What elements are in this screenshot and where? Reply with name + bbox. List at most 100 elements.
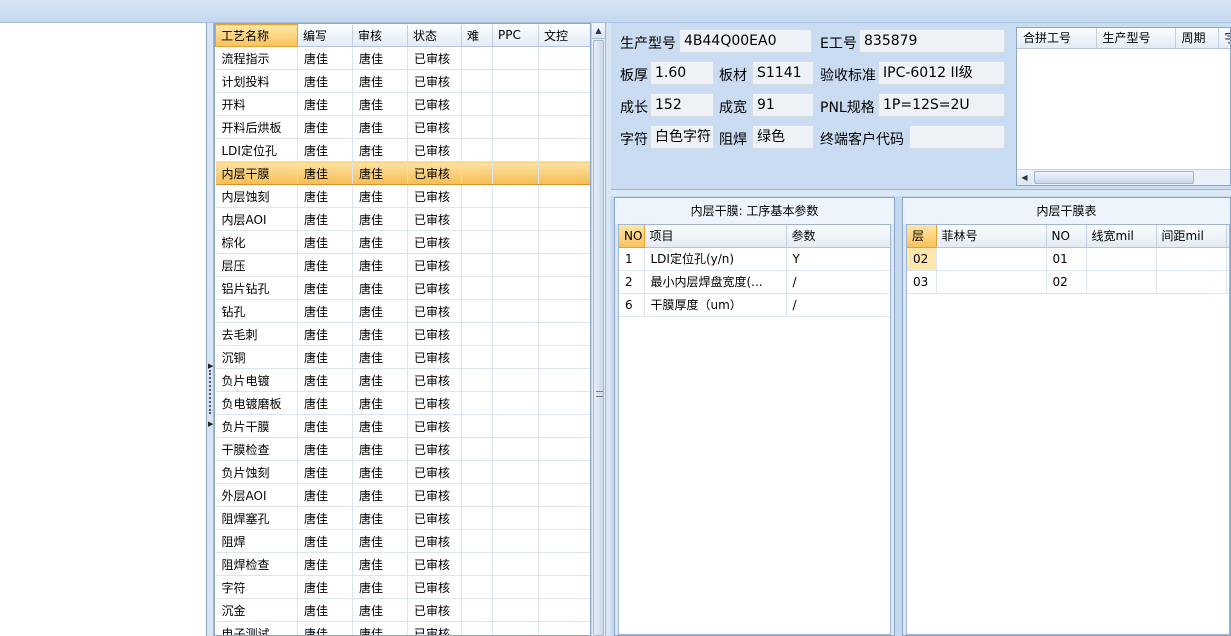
table-cell[interactable]: 已审核 xyxy=(407,552,462,576)
table-cell[interactable]: 负片干膜 xyxy=(215,414,298,438)
table-cell[interactable] xyxy=(538,253,590,277)
table-cell[interactable]: 唐佳 xyxy=(297,575,353,599)
expand-arrow-icon[interactable]: ▶ xyxy=(208,420,213,428)
table-cell[interactable]: 02 xyxy=(907,247,937,271)
table-cell[interactable]: 开料后烘板 xyxy=(215,115,298,139)
table-cell[interactable]: 内层蚀刻 xyxy=(215,184,298,208)
table-cell[interactable]: 唐佳 xyxy=(352,345,408,369)
table-cell[interactable] xyxy=(1086,270,1157,294)
table-cell[interactable] xyxy=(538,92,590,116)
table-row[interactable]: 开料后烘板 唐佳 唐佳 已审核 xyxy=(215,115,590,139)
table-row[interactable]: 6 干膜厚度（um） / xyxy=(619,293,890,317)
table-cell[interactable]: 已审核 xyxy=(407,483,462,507)
table-cell[interactable] xyxy=(492,391,539,415)
table-cell[interactable]: 唐佳 xyxy=(352,460,408,484)
ework-field[interactable]: 835879 xyxy=(859,29,1005,53)
table-cell[interactable]: 唐佳 xyxy=(297,299,353,323)
table-cell[interactable]: 唐佳 xyxy=(297,345,353,369)
table-cell[interactable] xyxy=(538,529,590,553)
table-cell[interactable]: 唐佳 xyxy=(352,161,408,185)
table-cell[interactable] xyxy=(538,552,590,576)
table-cell[interactable]: 负片蚀刻 xyxy=(215,460,298,484)
table-row[interactable]: 负片蚀刻 唐佳 唐佳 已审核 xyxy=(215,460,590,484)
table-cell[interactable]: 唐佳 xyxy=(352,253,408,277)
table-cell[interactable]: 唐佳 xyxy=(297,184,353,208)
table-cell[interactable]: 已审核 xyxy=(407,46,462,70)
table-cell[interactable] xyxy=(461,69,493,93)
table-cell[interactable] xyxy=(461,161,493,185)
table-cell[interactable] xyxy=(538,161,590,185)
table-cell[interactable]: 已审核 xyxy=(407,299,462,323)
table-cell[interactable] xyxy=(936,247,1047,271)
table-cell[interactable]: 已审核 xyxy=(407,437,462,461)
params-panel-col-2[interactable]: 参数 xyxy=(786,225,890,248)
table-cell[interactable]: 唐佳 xyxy=(352,46,408,70)
table-cell[interactable] xyxy=(461,483,493,507)
table-cell[interactable]: 唐佳 xyxy=(297,230,353,254)
table-row[interactable]: 电子测试 唐佳 唐佳 已审核 xyxy=(215,621,590,635)
table-cell[interactable]: 开料 xyxy=(215,92,298,116)
table-cell[interactable]: 唐佳 xyxy=(297,460,353,484)
table-cell[interactable] xyxy=(492,437,539,461)
table-cell[interactable]: 唐佳 xyxy=(352,92,408,116)
film-panel-col-2[interactable]: NO xyxy=(1046,225,1087,248)
table-cell[interactable]: 唐佳 xyxy=(297,253,353,277)
table-cell[interactable]: 唐佳 xyxy=(297,92,353,116)
table-row[interactable]: 字符 唐佳 唐佳 已审核 xyxy=(215,575,590,599)
table-cell[interactable]: 干膜检查 xyxy=(215,437,298,461)
table-cell[interactable] xyxy=(538,621,590,635)
table-cell[interactable]: 已审核 xyxy=(407,391,462,415)
table-cell[interactable]: 唐佳 xyxy=(352,184,408,208)
table-row[interactable]: 阻焊塞孔 唐佳 唐佳 已审核 xyxy=(215,506,590,530)
table-cell[interactable] xyxy=(1226,247,1229,271)
table-cell[interactable]: 唐佳 xyxy=(297,506,353,530)
table-cell[interactable]: 已审核 xyxy=(407,345,462,369)
table-cell[interactable]: 唐佳 xyxy=(297,161,353,185)
film-panel-col-0[interactable]: 层 xyxy=(907,225,937,248)
table-cell[interactable]: 已审核 xyxy=(407,207,462,231)
table-cell[interactable] xyxy=(492,621,539,635)
table-cell[interactable]: 负片电镀 xyxy=(215,368,298,392)
table-cell[interactable] xyxy=(538,184,590,208)
table-cell[interactable]: 铝片钻孔 xyxy=(215,276,298,300)
table-cell[interactable]: 已审核 xyxy=(407,368,462,392)
table-cell[interactable] xyxy=(1226,270,1229,294)
table-cell[interactable] xyxy=(538,299,590,323)
table-cell[interactable]: 唐佳 xyxy=(352,529,408,553)
table-cell[interactable]: LDI定位孔(y/n) xyxy=(644,247,787,271)
table-row[interactable]: 层压 唐佳 唐佳 已审核 xyxy=(215,253,590,277)
table-cell[interactable] xyxy=(492,207,539,231)
table-cell[interactable]: 唐佳 xyxy=(352,207,408,231)
merge-grid[interactable]: 合拼工号生产型号周期字 ◀ xyxy=(1016,27,1231,186)
table-cell[interactable] xyxy=(538,69,590,93)
table-row[interactable]: 负片干膜 唐佳 唐佳 已审核 xyxy=(215,414,590,438)
film-panel-col-1[interactable]: 菲林号 xyxy=(936,225,1047,248)
table-cell[interactable] xyxy=(1156,247,1227,271)
table-cell[interactable]: 唐佳 xyxy=(352,391,408,415)
process-grid-col-2[interactable]: 审核 xyxy=(352,24,408,47)
table-cell[interactable] xyxy=(492,575,539,599)
table-cell[interactable] xyxy=(538,391,590,415)
table-cell[interactable]: 干膜厚度（um） xyxy=(644,293,787,317)
table-row[interactable]: 阻焊检查 唐佳 唐佳 已审核 xyxy=(215,552,590,576)
table-cell[interactable] xyxy=(538,575,590,599)
table-cell[interactable] xyxy=(538,506,590,530)
table-row[interactable]: 开料 唐佳 唐佳 已审核 xyxy=(215,92,590,116)
table-cell[interactable] xyxy=(461,598,493,622)
table-cell[interactable] xyxy=(1156,270,1227,294)
table-cell[interactable] xyxy=(461,414,493,438)
table-cell[interactable] xyxy=(538,276,590,300)
table-cell[interactable]: 唐佳 xyxy=(297,391,353,415)
table-cell[interactable]: 棕化 xyxy=(215,230,298,254)
table-cell[interactable] xyxy=(492,161,539,185)
table-cell[interactable] xyxy=(492,368,539,392)
scroll-thumb[interactable] xyxy=(593,40,604,636)
table-cell[interactable]: 字符 xyxy=(215,575,298,599)
table-cell[interactable]: / xyxy=(786,293,890,317)
film-panel-col-4[interactable]: 间距mil xyxy=(1156,225,1227,248)
table-cell[interactable] xyxy=(461,437,493,461)
process-grid[interactable]: 工艺名称 编写 审核 状态难 PPC 文控 流程指示 唐佳 唐佳 已审核 计划投料 唐佳 唐佳 已审核开… xyxy=(214,23,591,636)
table-cell[interactable]: 已审核 xyxy=(407,69,462,93)
table-cell[interactable] xyxy=(461,345,493,369)
table-cell[interactable] xyxy=(538,598,590,622)
